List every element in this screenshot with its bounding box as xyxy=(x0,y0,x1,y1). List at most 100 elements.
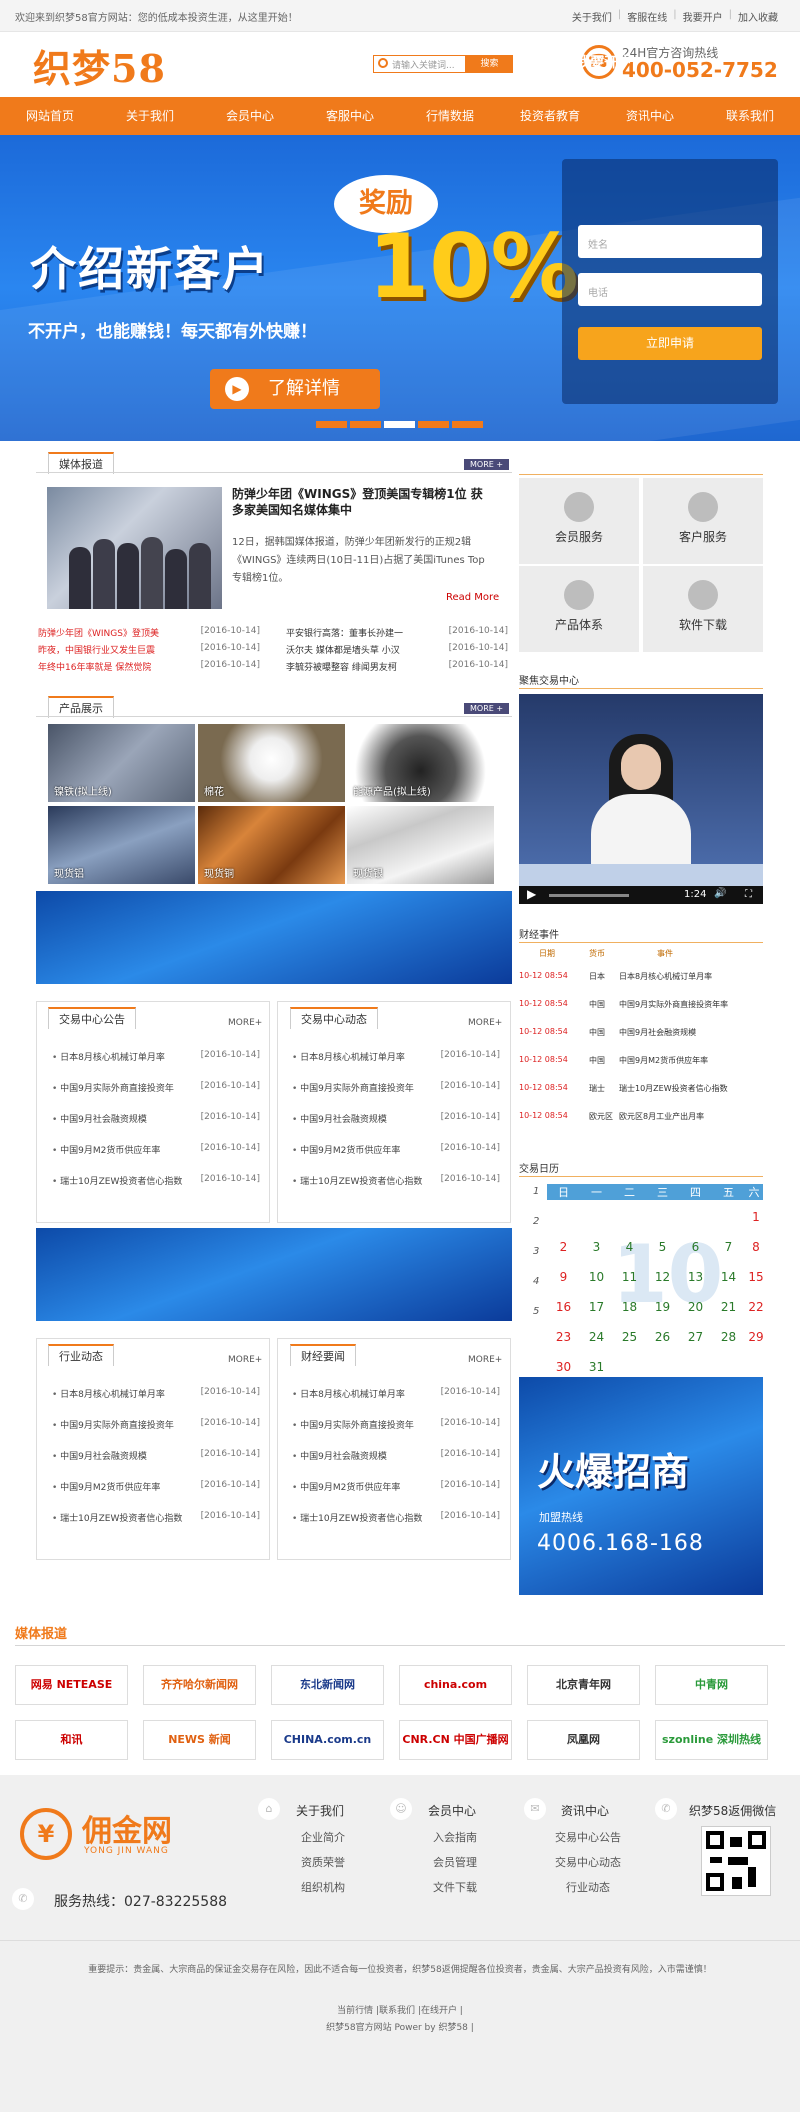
partner-logo[interactable]: NEWS 新闻 xyxy=(143,1720,256,1760)
calendar-day[interactable]: 11 xyxy=(613,1270,646,1300)
service-products[interactable]: 产品体系 xyxy=(519,566,639,652)
site-logo[interactable]: 织梦58 xyxy=(33,38,166,93)
footer-link[interactable]: 入会指南 xyxy=(410,1829,500,1845)
list-item[interactable]: 年终中16年率就是 保然觉院 [2016-10-14] xyxy=(38,660,260,673)
calendar-day[interactable]: 28 xyxy=(712,1330,745,1360)
calendar-day[interactable]: 8 xyxy=(745,1240,767,1270)
footer-link[interactable]: 会员管理 xyxy=(410,1854,500,1870)
list-item[interactable]: 日本8月核心机械订单月率 [2016-10-14] xyxy=(52,1050,260,1063)
partner-logo[interactable]: 北京青年网 xyxy=(527,1665,640,1705)
list-item[interactable]: 瑞士10月ZEW投资者信心指数 [2016-10-14] xyxy=(292,1174,500,1187)
top-link-bookmark[interactable]: 加入收藏 xyxy=(738,9,778,24)
calendar-day[interactable]: 22 xyxy=(745,1300,767,1330)
slide-dot[interactable] xyxy=(452,421,483,428)
products-more-button[interactable]: MORE + xyxy=(464,703,510,714)
list-item[interactable]: 中国9月M2货币供应年率 [2016-10-14] xyxy=(52,1480,260,1493)
top-link-service[interactable]: 客服在线 xyxy=(627,9,667,24)
footer-link[interactable]: 企业简介 xyxy=(278,1829,368,1845)
top-link-open-account[interactable]: 我要开户 xyxy=(683,9,723,24)
video-player[interactable]: ▶ 1:24 🔊 ⛶ xyxy=(519,694,763,904)
service-customer[interactable]: 客户服务 xyxy=(643,478,763,564)
footer-link[interactable]: 组织机构 xyxy=(278,1879,368,1895)
table-row[interactable]: 10-12 08:54 中国 中国9月社会融资规模 xyxy=(519,1027,763,1038)
calendar-day[interactable]: 21 xyxy=(712,1300,745,1330)
dynamic-more-link[interactable]: MORE+ xyxy=(468,1018,502,1028)
calendar-day[interactable]: 14 xyxy=(712,1270,745,1300)
calendar-day[interactable]: 2 xyxy=(547,1240,580,1270)
service-software[interactable]: 软件下载 xyxy=(643,566,763,652)
calendar-day[interactable]: 27 xyxy=(679,1330,712,1360)
slide-dot[interactable] xyxy=(350,421,381,428)
calendar-day[interactable]: 12 xyxy=(646,1270,679,1300)
partner-logo[interactable]: CNR.CN 中国广播网 xyxy=(399,1720,512,1760)
slide-dot[interactable] xyxy=(418,421,449,428)
table-row[interactable]: 10-12 08:54 瑞士 瑞士10月ZEW投资者信心指数 xyxy=(519,1083,763,1094)
volume-icon[interactable]: 🔊 xyxy=(714,888,726,899)
footer-link[interactable]: 交易中心动态 xyxy=(543,1854,633,1870)
table-row[interactable]: 10-12 08:54 欧元区 欧元区8月工业产出月率 xyxy=(519,1111,763,1122)
calendar-day[interactable]: 16 xyxy=(547,1300,580,1330)
nav-home[interactable]: 网站首页 xyxy=(0,97,100,135)
partner-logo[interactable]: CHINA.com.cn xyxy=(271,1720,384,1760)
product-aluminum[interactable]: 现货铝 xyxy=(48,806,195,884)
list-item[interactable]: 中国9月社会融资规模 [2016-10-14] xyxy=(52,1449,260,1462)
partner-logo[interactable]: 网易 NETEASE xyxy=(15,1665,128,1705)
nav-about[interactable]: 关于我们 xyxy=(100,97,200,135)
calendar-day[interactable]: 15 xyxy=(745,1270,767,1300)
news-photo[interactable] xyxy=(47,487,222,609)
nav-member[interactable]: 会员中心 xyxy=(200,97,300,135)
product-energy[interactable]: 能源产品(拟上线) xyxy=(347,724,494,802)
list-item[interactable]: 中国9月实际外商直接投资年 [2016-10-14] xyxy=(292,1081,500,1094)
table-row[interactable]: 10-12 08:54 日本 日本8月核心机械订单月率 xyxy=(519,971,763,982)
tab-industry[interactable]: 行业动态 xyxy=(48,1344,114,1366)
footer-link[interactable]: 文件下载 xyxy=(410,1879,500,1895)
finance-more-link[interactable]: MORE+ xyxy=(468,1355,502,1365)
partner-logo[interactable]: 中青网 xyxy=(655,1665,768,1705)
footer-link[interactable]: 行业动态 xyxy=(543,1879,633,1895)
calendar-day[interactable]: 13 xyxy=(679,1270,712,1300)
calendar-day[interactable]: 18 xyxy=(613,1300,646,1330)
promo-banner-2[interactable] xyxy=(36,1228,512,1321)
nav-contact[interactable]: 联系我们 xyxy=(700,97,800,135)
list-item[interactable]: 李毓芬被曝整容 绯闻男友柯 [2016-10-14] xyxy=(286,660,508,673)
product-cotton[interactable]: 棉花 xyxy=(198,724,345,802)
calendar-day[interactable]: 10 xyxy=(580,1270,613,1300)
list-item[interactable]: 瑞士10月ZEW投资者信心指数 [2016-10-14] xyxy=(292,1511,500,1524)
calendar-day[interactable]: 17 xyxy=(580,1300,613,1330)
franchise-ad[interactable]: 火爆招商 加盟热线 4006.168-168 xyxy=(519,1377,763,1595)
partner-logo[interactable]: 和讯 xyxy=(15,1720,128,1760)
tab-dynamic[interactable]: 交易中心动态 xyxy=(290,1007,378,1029)
list-item[interactable]: 中国9月实际外商直接投资年 [2016-10-14] xyxy=(292,1418,500,1431)
slide-dot[interactable] xyxy=(316,421,347,428)
calendar-day[interactable]: 23 xyxy=(547,1330,580,1360)
list-item[interactable]: 瑞士10月ZEW投资者信心指数 [2016-10-14] xyxy=(52,1174,260,1187)
list-item[interactable]: 日本8月核心机械订单月率 [2016-10-14] xyxy=(292,1050,500,1063)
partner-logo[interactable]: china.com xyxy=(399,1665,512,1705)
partner-logo[interactable]: 齐齐哈尔新闻网 xyxy=(143,1665,256,1705)
calendar-day[interactable]: 24 xyxy=(580,1330,613,1360)
tab-products[interactable]: 产品展示 xyxy=(48,696,114,718)
calendar-day[interactable]: 4 xyxy=(613,1240,646,1270)
list-item[interactable]: 平安银行高落：董事长孙建一 [2016-10-14] xyxy=(286,626,508,639)
list-item[interactable]: 中国9月M2货币供应年率 [2016-10-14] xyxy=(52,1143,260,1156)
media-more-button[interactable]: MORE + xyxy=(464,459,510,470)
nav-service[interactable]: 客服中心 xyxy=(300,97,400,135)
slide-dot-active[interactable] xyxy=(384,421,415,428)
calendar-day[interactable]: 9 xyxy=(547,1270,580,1300)
nav-news[interactable]: 资讯中心 xyxy=(600,97,700,135)
calendar-day[interactable]: 5 xyxy=(646,1240,679,1270)
calendar-day[interactable]: 19 xyxy=(646,1300,679,1330)
nav-investor-education[interactable]: 投资者教育 xyxy=(500,97,600,135)
list-item[interactable]: 中国9月实际外商直接投资年 [2016-10-14] xyxy=(52,1081,260,1094)
list-item[interactable]: 中国9月实际外商直接投资年 [2016-10-14] xyxy=(52,1418,260,1431)
footer-link[interactable]: 资质荣誉 xyxy=(278,1854,368,1870)
tab-media-reports[interactable]: 媒体报道 xyxy=(48,452,114,474)
promo-banner[interactable] xyxy=(36,891,512,984)
list-item[interactable]: 昨夜，中国银行业又发生巨震 [2016-10-14] xyxy=(38,643,260,656)
calendar-day[interactable]: 3 xyxy=(580,1240,613,1270)
nav-market-data[interactable]: 行情数据 xyxy=(400,97,500,135)
calendar-day[interactable]: 1 xyxy=(745,1210,767,1240)
read-more-link[interactable]: Read More xyxy=(446,592,499,603)
tab-notice[interactable]: 交易中心公告 xyxy=(48,1007,136,1029)
list-item[interactable]: 防弹少年团《WINGS》登顶美 [2016-10-14] xyxy=(38,626,260,639)
